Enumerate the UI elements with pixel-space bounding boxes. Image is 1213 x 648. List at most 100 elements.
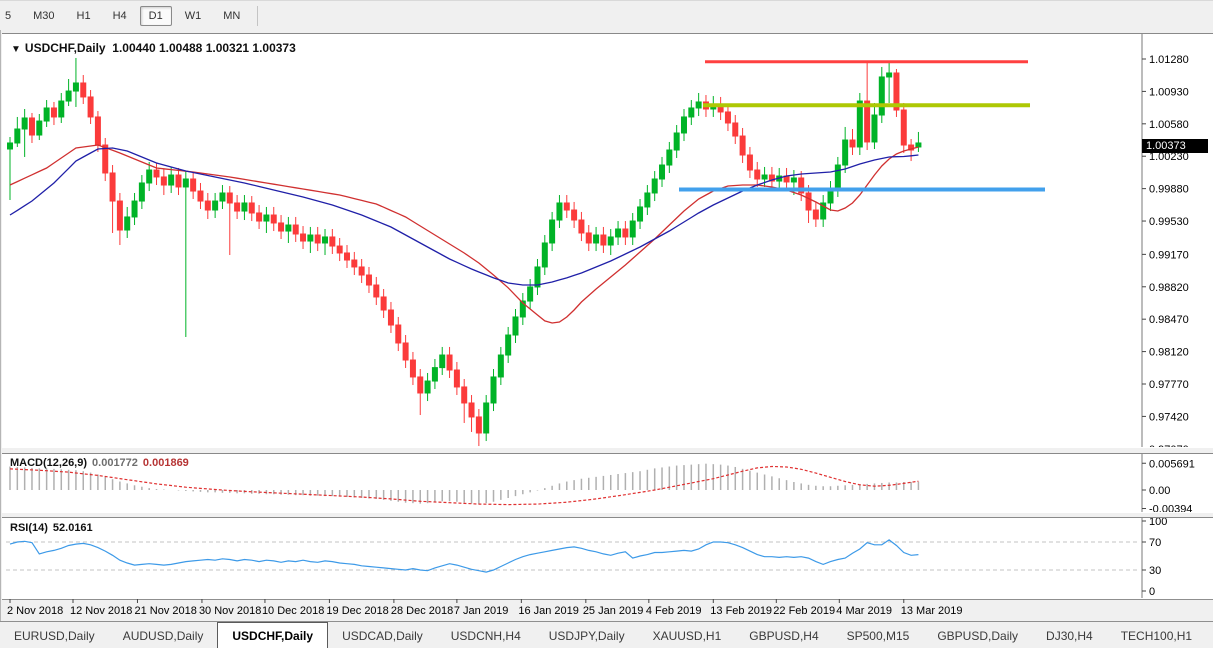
chart-tab-tech100-h1[interactable]: TECH100,H1 <box>1107 623 1206 648</box>
price-tick-label: 1.00580 <box>1149 119 1189 131</box>
candle-body <box>138 182 145 202</box>
chart-tab-eurusd-daily[interactable]: EURUSD,Daily <box>0 623 109 648</box>
price-tick-label: 0.98120 <box>1149 347 1189 359</box>
macd-tick-label: 0.005691 <box>1149 458 1195 470</box>
rsi-tick-label: 70 <box>1149 537 1161 549</box>
candle-body <box>365 274 372 286</box>
candle-body <box>886 72 893 78</box>
candle-body <box>204 200 211 211</box>
price-chart-panel[interactable]: 1.01280 1.00930 1.00580 1.00230 0.99880 0.995… <box>2 33 1213 450</box>
candle-body <box>754 169 761 180</box>
candle-body <box>343 252 350 261</box>
candle-body <box>644 192 651 208</box>
date-label: 10 Dec 2018 <box>262 605 324 617</box>
candle-body <box>527 286 534 302</box>
candle-body <box>197 190 204 202</box>
chart-tab-ukc[interactable]: UKC <box>1206 623 1213 648</box>
macd-indicator-panel[interactable]: 0.005691 0.00 -0.00394 MACD(12,26,9) 0.0017… <box>2 453 1213 515</box>
candle-body <box>505 334 512 356</box>
candle-body <box>314 234 321 244</box>
price-tick-label: 0.97070 <box>1149 444 1189 447</box>
ma-slow-line <box>9 147 919 286</box>
candle-body <box>285 224 292 232</box>
candle-body <box>373 284 380 298</box>
candle-body <box>300 233 307 242</box>
timeframe-button-h1[interactable]: H1 <box>68 6 100 26</box>
candle-body <box>453 369 460 388</box>
candle-body <box>116 200 123 231</box>
candle-body <box>28 117 35 136</box>
chart-title: ▼ USDCHF,Daily 1.00440 1.00488 1.00321 1.… <box>11 41 296 55</box>
date-label: 21 Nov 2018 <box>134 605 196 617</box>
date-label: 25 Jan 2019 <box>583 605 644 617</box>
timeframe-button-5[interactable]: 5 <box>0 6 20 26</box>
timeframe-button-m30[interactable]: M30 <box>24 6 63 26</box>
timeframe-button-w1[interactable]: W1 <box>176 6 211 26</box>
price-tick-label: 0.97420 <box>1149 411 1189 423</box>
rsi-line <box>9 539 919 573</box>
chart-tab-sp500-m15[interactable]: SP500,M15 <box>833 623 924 648</box>
candle-body <box>842 139 849 166</box>
date-label: 4 Feb 2019 <box>646 605 702 617</box>
candle-body <box>160 176 167 186</box>
candle-body <box>50 107 57 118</box>
candle-body <box>439 354 446 369</box>
chart-tab-dj30-h4[interactable]: DJ30,H4 <box>1032 623 1107 648</box>
candle-body <box>58 100 65 118</box>
candle-body <box>900 109 907 146</box>
candle-body <box>666 149 673 166</box>
chart-tab-usdcad-daily[interactable]: USDCAD,Daily <box>328 623 437 648</box>
rsi-indicator-panel[interactable]: 100 70 30 0 RSI(14) 52.0161 <box>2 517 1213 601</box>
chart-tab-audusd-daily[interactable]: AUDUSD,Daily <box>109 623 218 648</box>
chart-symbol-label: USDCHF,Daily <box>24 41 106 55</box>
candle-body <box>219 192 226 202</box>
candle-body <box>36 120 43 136</box>
candle-body <box>790 177 797 183</box>
chart-client-area: 1.01280 1.00930 1.00580 1.00230 0.99880 0.995… <box>0 30 1213 621</box>
candle-body <box>234 202 241 212</box>
candle-body <box>878 76 885 116</box>
candle-body <box>871 114 878 143</box>
timeframe-button-mn[interactable]: MN <box>214 6 249 26</box>
chart-tab-usdcnh-h4[interactable]: USDCNH,H4 <box>437 623 535 648</box>
candle-body <box>629 220 636 238</box>
chart-tab-usdjpy-daily[interactable]: USDJPY,Daily <box>535 623 639 648</box>
candle-body <box>600 234 607 246</box>
candle-body <box>402 342 409 361</box>
chart-tab-xauusd-h1[interactable]: XAUUSD,H1 <box>639 623 736 648</box>
candle-body <box>475 416 482 434</box>
candle-body <box>761 174 768 180</box>
candle-body <box>358 266 365 276</box>
candle-body <box>146 169 153 184</box>
rsi-label: RSI(14) 52.0161 <box>10 522 93 534</box>
candle-body <box>256 212 263 222</box>
rsi-name: RSI(14) <box>10 522 48 534</box>
chart-tab-usdchf-daily[interactable]: USDCHF,Daily <box>217 622 329 648</box>
rsi-tick-label: 30 <box>1149 565 1161 577</box>
chevron-down-icon: ▼ <box>11 44 21 55</box>
chart-tab-gbpusd-h4[interactable]: GBPUSD,H4 <box>735 623 832 648</box>
chart-tab-gbpusd-daily[interactable]: GBPUSD,Daily <box>923 623 1032 648</box>
macd-tick-label: -0.00394 <box>1149 504 1192 512</box>
candle-body <box>248 202 255 214</box>
candle-body <box>7 142 13 150</box>
candle-body <box>387 309 394 326</box>
timeframe-button-h4[interactable]: H4 <box>104 6 136 26</box>
price-tick-label: 1.00930 <box>1149 86 1189 98</box>
price-tick-label: 1.01280 <box>1149 54 1189 66</box>
candle-body <box>131 200 138 218</box>
candle-body <box>351 259 358 268</box>
candle-body <box>109 172 116 202</box>
candle-body <box>549 219 556 244</box>
macd-label: MACD(12,26,9) 0.001772 0.001869 <box>10 457 189 469</box>
candle-body <box>834 164 841 190</box>
candle-body <box>497 354 504 378</box>
date-label: 19 Dec 2018 <box>326 605 388 617</box>
timeframe-button-d1[interactable]: D1 <box>139 5 172 26</box>
candle-body <box>226 192 233 204</box>
price-tick-label: 0.97770 <box>1149 379 1189 391</box>
toolbar-separator <box>257 5 259 26</box>
candle-body <box>739 135 746 156</box>
rsi-value: 52.0161 <box>52 522 93 534</box>
candle-body <box>80 82 87 98</box>
